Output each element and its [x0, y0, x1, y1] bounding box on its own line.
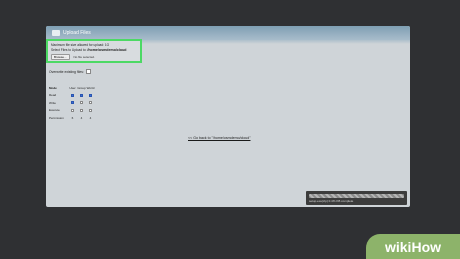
go-back-link[interactable]: << Go back to "/home/osmdemo/cloud": [188, 136, 250, 140]
row-label-execute: Execute: [49, 108, 60, 113]
permissions-header-row: Mode User Group World: [49, 84, 95, 92]
permission-user-value: 6: [71, 115, 74, 120]
header-group: Group: [77, 85, 86, 90]
file-input[interactable]: Browse... No file selected.: [51, 54, 137, 60]
watermark-wiki: wiki: [384, 238, 412, 255]
row-label-write: Write: [49, 100, 56, 105]
overwrite-label: Overwrite existing files:: [49, 69, 84, 74]
upload-panel: Maximum file size allowed for upload: 1G…: [46, 39, 142, 63]
read-group-checkbox[interactable]: [80, 93, 83, 97]
row-label-permission: Permission: [49, 115, 64, 120]
no-file-text: No file selected.: [73, 55, 95, 59]
window-title: Upload Files: [63, 30, 91, 36]
file-manager-window: Upload Files Maximum file size allowed f…: [46, 26, 410, 207]
write-group-checkbox[interactable]: [80, 101, 83, 105]
execute-group-checkbox[interactable]: [80, 108, 83, 112]
header-user: User: [69, 85, 76, 90]
permissions-row-read: Read: [49, 92, 95, 100]
header-mode: Mode: [49, 85, 57, 90]
read-user-checkbox[interactable]: [71, 93, 74, 97]
watermark-how: How: [411, 238, 442, 255]
wikihow-watermark: wiki How: [366, 234, 460, 259]
upload-progress-bar: [309, 194, 404, 198]
read-world-checkbox[interactable]: [89, 93, 92, 97]
execute-user-checkbox[interactable]: [71, 108, 74, 112]
execute-world-checkbox[interactable]: [89, 108, 92, 112]
overwrite-option: Overwrite existing files:: [49, 69, 91, 74]
overwrite-checkbox[interactable]: [85, 69, 91, 74]
select-files-label: Select Files to Upload to:: [51, 48, 87, 52]
browse-button[interactable]: Browse...: [51, 54, 70, 60]
title-bar: Upload Files: [46, 26, 410, 40]
upload-path: /home/osmdemo/cloud: [87, 48, 127, 52]
permissions-row-write: Write: [49, 99, 95, 107]
permission-group-value: 4: [80, 115, 83, 120]
write-user-checkbox[interactable]: [71, 101, 74, 105]
permission-world-value: 4: [89, 115, 92, 120]
upload-icon: [52, 30, 60, 36]
permissions-row-execute: Execute: [49, 107, 95, 115]
upload-status-text: setup.exe(zip) 0.4% KB complete: [309, 199, 354, 203]
select-files-line: Select Files to Upload to: /home/osmdemo…: [51, 48, 137, 53]
write-world-checkbox[interactable]: [89, 101, 92, 105]
permissions-row-permission: Permission 6 4 4: [49, 114, 95, 122]
permissions-table: Mode User Group World Read Write Execute…: [49, 84, 95, 122]
upload-status-panel: setup.exe(zip) 0.4% KB complete: [306, 191, 407, 205]
header-world: World: [86, 85, 95, 90]
row-label-read: Read: [49, 93, 57, 98]
